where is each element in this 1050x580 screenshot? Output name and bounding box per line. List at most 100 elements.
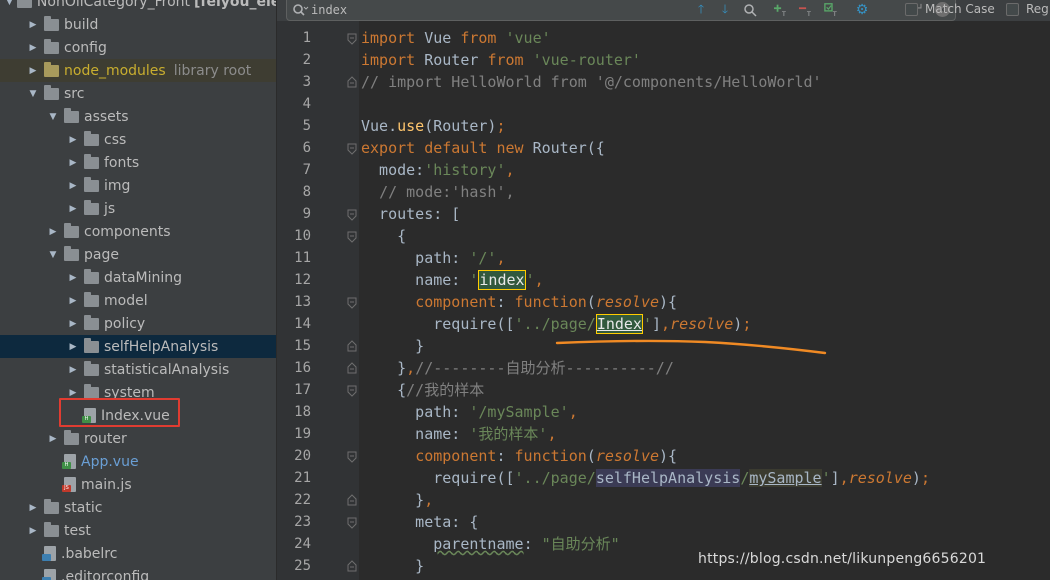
tree-item-config[interactable]: ▶ config [0,36,276,59]
fold-close-icon[interactable] [347,494,357,506]
fold-open-icon[interactable] [347,451,357,463]
tree-item-label: statisticalAnalysis [104,361,230,378]
tree-item-editorconfig[interactable]: ▶.editorconfig [0,565,276,580]
tree-item-label: assets [84,108,129,125]
tree-item-main-js[interactable]: ▶JSmain.js [0,473,276,496]
fold-close-icon[interactable] [347,76,357,88]
code-line-19: name: '我的样本', [361,425,557,443]
fold-close-icon[interactable] [347,362,357,374]
folder-icon [44,498,59,514]
fold-open-icon[interactable] [347,143,357,155]
tree-item-label: js [104,200,116,217]
tree-item-fonts[interactable]: ▶ fonts [0,151,276,174]
fold-open-icon[interactable] [347,385,357,397]
chevron-down-icon[interactable]: ▼ [46,248,60,262]
tree-item-suffix: library root [173,62,252,79]
tree-item-suffix: [feiyou_ele] [194,0,276,10]
chevron-right-icon[interactable]: ▶ [66,156,80,170]
chevron-right-icon[interactable]: ▶ [66,363,80,377]
next-occurrence-icon[interactable]: 🡓 [717,2,733,18]
code-line-10: { [361,227,407,245]
match-case-label: Match Case [925,2,995,16]
folder-icon [64,245,79,261]
chevron-right-icon[interactable]: ▶ [66,294,80,308]
chevron-down-icon[interactable]: ▼ [6,0,13,9]
line-number: 21 [294,470,311,486]
tree-item-label: .babelrc [61,545,118,562]
previous-occurrence-icon[interactable]: 🡑 [693,2,709,18]
tree-item-static[interactable]: ▶ static [0,496,276,519]
fold-close-icon[interactable] [347,560,357,572]
code-line-7: mode:'history', [361,161,515,179]
tree-item-js[interactable]: ▶ js [0,197,276,220]
chevron-right-icon[interactable]: ▶ [66,340,80,354]
tree-item-statisticalanalysis[interactable]: ▶ statisticalAnalysis [0,358,276,381]
fold-open-icon[interactable] [347,517,357,529]
fold-open-icon[interactable] [347,209,357,221]
chevron-right-icon[interactable]: ▶ [26,64,40,78]
code-line-25: } [361,557,425,575]
tree-item-router[interactable]: ▶ router [0,427,276,450]
tree-item-babelrc[interactable]: ▶.babelrc [0,542,276,565]
chevron-right-icon[interactable]: ▶ [66,202,80,216]
folder-icon [84,199,99,215]
tree-item-datamining[interactable]: ▶ dataMining [0,266,276,289]
tree-item-label: App.vue [81,453,139,470]
tree-item-build[interactable]: ▶ build [0,13,276,36]
tree-item-label: dataMining [104,269,183,286]
code-line-9: routes: [ [361,205,461,223]
fold-close-icon[interactable] [347,340,357,352]
line-number: 11 [294,250,311,266]
tree-item-policy[interactable]: ▶ policy [0,312,276,335]
fold-open-icon[interactable] [347,297,357,309]
search-icon[interactable] [291,1,309,19]
tree-item-page[interactable]: ▼ page [0,243,276,266]
chevron-right-icon[interactable]: ▶ [26,524,40,538]
tree-item-label: css [104,131,127,148]
tree-item-components[interactable]: ▶ components [0,220,276,243]
chevron-right-icon[interactable]: ▶ [66,271,80,285]
chevron-right-icon[interactable]: ▶ [26,501,40,515]
match-case-checkbox[interactable] [905,3,918,16]
find-all-icon[interactable] [742,2,758,18]
tree-item-label: config [64,39,107,56]
chevron-right-icon[interactable]: ▶ [26,18,40,32]
regex-checkbox[interactable] [1006,3,1019,16]
chevron-down-icon[interactable]: ▼ [26,87,40,101]
remove-occurrence-icon[interactable]: T [799,2,815,18]
chevron-right-icon[interactable]: ▶ [66,133,80,147]
select-all-occurrences-icon[interactable]: T [824,2,840,18]
line-number: 18 [294,404,311,420]
tree-item-assets[interactable]: ▼ assets [0,105,276,128]
add-occurrence-icon[interactable]: T [774,2,790,18]
chevron-down-icon[interactable]: ▼ [46,110,60,124]
chevron-right-icon[interactable]: ▶ [46,225,60,239]
chevron-right-icon[interactable]: ▶ [66,317,80,331]
fold-open-icon[interactable] [347,33,357,45]
vue-file-icon: H [62,454,76,469]
chevron-right-icon[interactable]: ▶ [66,179,80,193]
code-line-12: name: 'index', [361,270,544,290]
chevron-right-icon[interactable]: ▶ [26,41,40,55]
folder-icon [84,130,99,146]
tree-item-src[interactable]: ▼ src [0,82,276,105]
tree-item-test[interactable]: ▶ test [0,519,276,542]
tree-item-model[interactable]: ▶ model [0,289,276,312]
code-line-16: },//--------自助分析----------// [361,359,674,377]
tree-item-node-modules[interactable]: ▶ node_modules library root [0,59,276,82]
folder-icon [84,360,99,376]
folder-icon [44,61,59,77]
folder-icon [44,84,59,100]
tree-item-label: fonts [104,154,140,171]
tree-item-nonoilcategory-front[interactable]: ▼ NonOilCategory_Front [feiyou_ele] [0,0,276,13]
tree-item-img[interactable]: ▶ img [0,174,276,197]
line-number: 10 [294,228,311,244]
tree-item-label: node_modules [64,62,166,79]
tree-item-app-vue[interactable]: ▶HApp.vue [0,450,276,473]
fold-open-icon[interactable] [347,231,357,243]
tree-item-selfhelpanalysis[interactable]: ▶ selfHelpAnalysis [0,335,276,358]
tree-item-label: policy [104,315,146,332]
tree-item-css[interactable]: ▶ css [0,128,276,151]
chevron-right-icon[interactable]: ▶ [46,432,60,446]
settings-gear-icon[interactable]: ⚙ [854,2,870,18]
